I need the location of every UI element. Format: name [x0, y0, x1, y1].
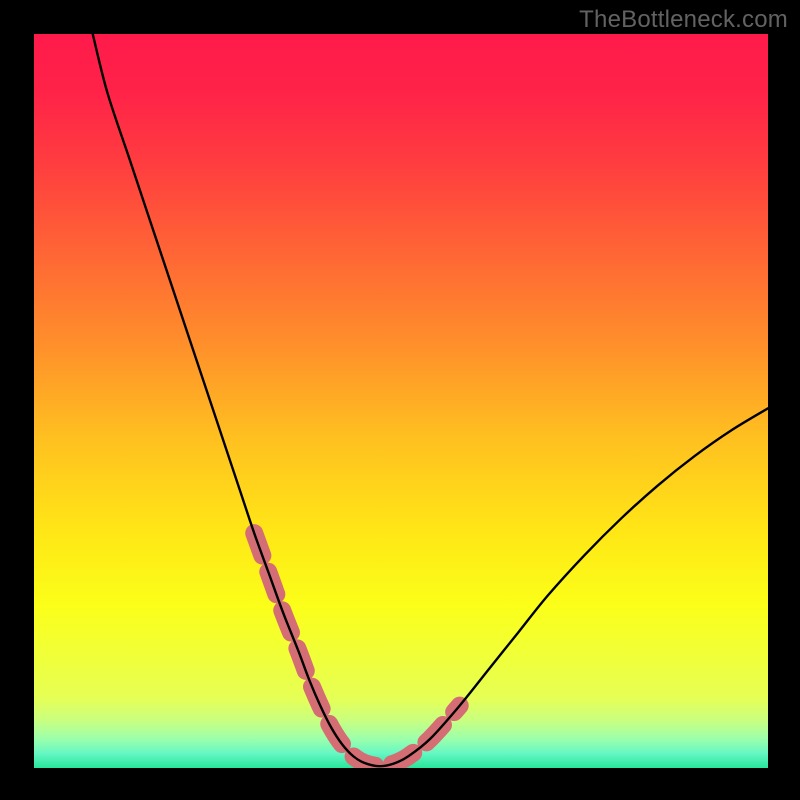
bottleneck-curve: [93, 34, 768, 766]
chart-stage: TheBottleneck.com: [0, 0, 800, 800]
plot-area: [34, 34, 768, 768]
highlight-curve: [254, 533, 460, 766]
curve-layer: [34, 34, 768, 768]
watermark-text: TheBottleneck.com: [579, 6, 788, 34]
